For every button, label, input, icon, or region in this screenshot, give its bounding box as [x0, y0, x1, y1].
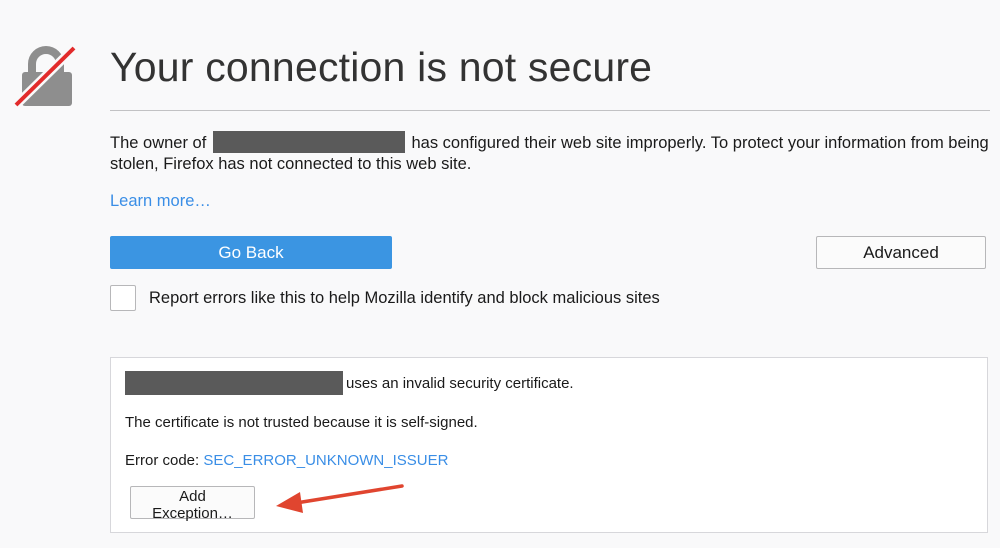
intro-before-host: The owner of	[110, 134, 207, 152]
learn-more-link[interactable]: Learn more…	[110, 192, 211, 211]
add-exception-button[interactable]: Add Exception…	[130, 486, 255, 522]
intro-text: The owner of has configured their web si…	[110, 131, 990, 175]
page-title: Your connection is not secure	[110, 44, 653, 90]
advanced-panel: uses an invalid security certificate. Th…	[110, 357, 988, 533]
report-errors-row: Report errors like this to help Mozilla …	[110, 285, 660, 311]
title-divider	[110, 110, 990, 111]
cert-message: uses an invalid security certificate.	[346, 374, 574, 392]
broken-lock-icon	[12, 42, 80, 110]
go-back-button[interactable]: Go Back	[110, 236, 392, 269]
redacted-hostname	[125, 371, 343, 395]
report-errors-checkbox[interactable]	[110, 285, 136, 311]
error-code-link[interactable]: SEC_ERROR_UNKNOWN_ISSUER	[203, 452, 448, 469]
error-page: Your connection is not secure The owner …	[0, 0, 1000, 548]
cert-message-line: uses an invalid security certificate.	[125, 371, 574, 395]
error-code-line: Error code: SEC_ERROR_UNKNOWN_ISSUER	[125, 452, 448, 469]
report-errors-label[interactable]: Report errors like this to help Mozilla …	[149, 289, 660, 308]
error-code-label: Error code:	[125, 452, 200, 469]
cert-reason: The certificate is not trusted because i…	[125, 414, 478, 431]
annotation-arrow-icon	[270, 478, 410, 518]
advanced-button[interactable]: Advanced	[816, 236, 986, 269]
redacted-hostname	[212, 131, 405, 154]
